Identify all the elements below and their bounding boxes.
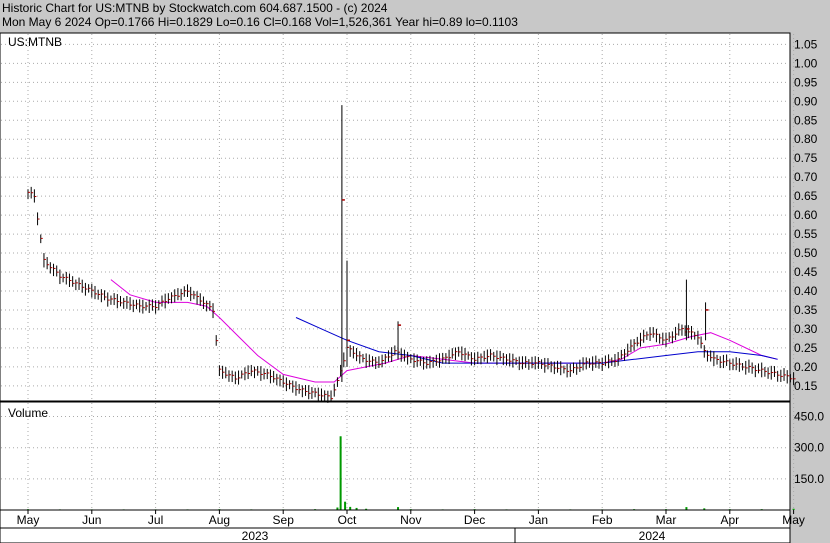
volume-panel-label: Volume (8, 406, 48, 420)
month-label: Apr (720, 513, 739, 527)
volume-bar (339, 436, 342, 510)
volume-axis: 150.0 300.0 450.0 (794, 410, 824, 486)
price-tick-label: 0.20 (794, 360, 818, 374)
volume-tick-label: 150.0 (794, 472, 824, 486)
price-tick-label: 0.45 (794, 265, 818, 279)
month-label: Jan (529, 513, 548, 527)
month-label: Nov (400, 513, 421, 527)
volume-panel (0, 401, 791, 511)
price-tick-label: 0.25 (794, 341, 818, 355)
price-tick-label: 0.75 (794, 151, 818, 165)
price-tick-label: 0.40 (794, 284, 818, 298)
price-tick-label: 0.70 (794, 170, 818, 184)
price-tick-label: 0.85 (794, 113, 818, 127)
price-tick-label: 0.35 (794, 303, 818, 317)
month-label: May (782, 513, 805, 527)
price-panel-label: US:MTNB (8, 35, 62, 49)
month-label: Aug (209, 513, 230, 527)
price-tick-label: 0.65 (794, 189, 818, 203)
price-tick-label: 0.50 (794, 246, 818, 260)
year-label: 2024 (639, 529, 666, 543)
month-label: Sep (273, 513, 295, 527)
month-label: Dec (464, 513, 485, 527)
month-label: May (17, 513, 40, 527)
price-tick-label: 0.15 (794, 379, 818, 393)
time-axis: May Jun Jul Aug Sep Oct Nov Dec Jan Feb Mar Apr May 2… (0, 509, 805, 543)
month-label: Jun (82, 513, 101, 527)
month-label: Mar (656, 513, 677, 527)
price-tick-label: 0.30 (794, 322, 818, 336)
volume-bar (792, 508, 795, 510)
month-label: Jul (148, 513, 163, 527)
price-tick-label: 0.95 (794, 75, 818, 89)
price-tick-label: 1.00 (794, 56, 818, 70)
volume-bar (344, 501, 347, 510)
price-tick-label: 0.55 (794, 227, 818, 241)
price-tick-label: 0.60 (794, 208, 818, 222)
price-chart: US:MTNB Volume 0.150.200.250.300.350.400… (0, 32, 824, 543)
price-tick-label: 0.80 (794, 132, 818, 146)
month-label: Oct (338, 513, 357, 527)
price-tick-label: 0.90 (794, 94, 818, 108)
month-label: Feb (592, 513, 613, 527)
price-axis: 0.15 0.20 0.25 0.30 0.35 0.40 0.45 0.50 0.55 0.60… (794, 37, 818, 392)
volume-tick-label: 450.0 (794, 410, 824, 424)
price-tick-label: 1.05 (794, 37, 818, 51)
year-label: 2023 (242, 529, 269, 543)
volume-tick-label: 300.0 (794, 441, 824, 455)
